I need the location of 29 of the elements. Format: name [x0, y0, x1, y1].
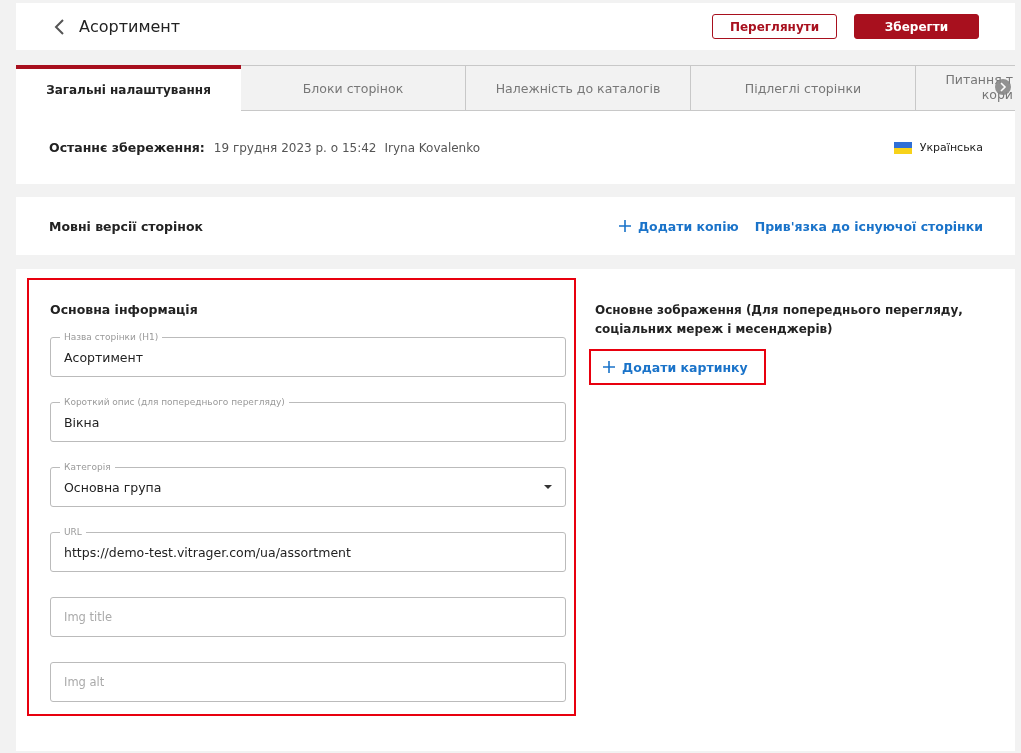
field-label: Назва сторінки (H1) — [60, 331, 163, 343]
last-save-user: Iryna Kovalenko — [384, 140, 481, 155]
field-label: URL — [60, 526, 86, 538]
language-label: Українська — [919, 141, 983, 154]
input-field[interactable]: Img title — [50, 597, 566, 637]
add-copy-link[interactable]: Додати копію — [618, 218, 739, 234]
section-title: Основна інформація — [50, 302, 199, 317]
section-title: Мовні версії сторінок — [49, 218, 204, 234]
last-save-label: Останнє збереження: — [49, 140, 205, 155]
field-label: Короткий опис (для попереднього перегляду) — [60, 396, 289, 408]
tab[interactable]: Підлеглі сторінки — [691, 65, 916, 111]
save-button[interactable]: Зберегти — [854, 14, 979, 39]
page-title: Асортимент — [79, 17, 181, 36]
dropdown-arrow-icon — [544, 485, 552, 489]
tab[interactable]: Належність до каталогів — [466, 65, 691, 111]
add-image-button[interactable]: Додати картинку — [589, 349, 766, 385]
field-label: Категорія — [60, 461, 115, 473]
plus-icon — [603, 361, 615, 373]
preview-button[interactable]: Переглянути — [712, 14, 837, 39]
flag-icon — [893, 141, 912, 154]
input-field[interactable]: Img alt — [50, 662, 566, 702]
tab[interactable]: Блоки сторінок — [241, 65, 466, 111]
last-save-date: 19 грудня 2023 р. о 15:42 — [213, 140, 377, 155]
link-page-link[interactable]: Прив'язка до існуючої сторінки — [754, 218, 983, 234]
section-title: Основне зображення (Для попереднього перегляду, соціальних мереж і месенджерів) — [595, 302, 964, 338]
back-button[interactable] — [54, 18, 65, 35]
back-icon — [54, 18, 65, 35]
plus-icon — [618, 220, 631, 232]
tab[interactable]: Питання т кори — [916, 65, 1015, 111]
